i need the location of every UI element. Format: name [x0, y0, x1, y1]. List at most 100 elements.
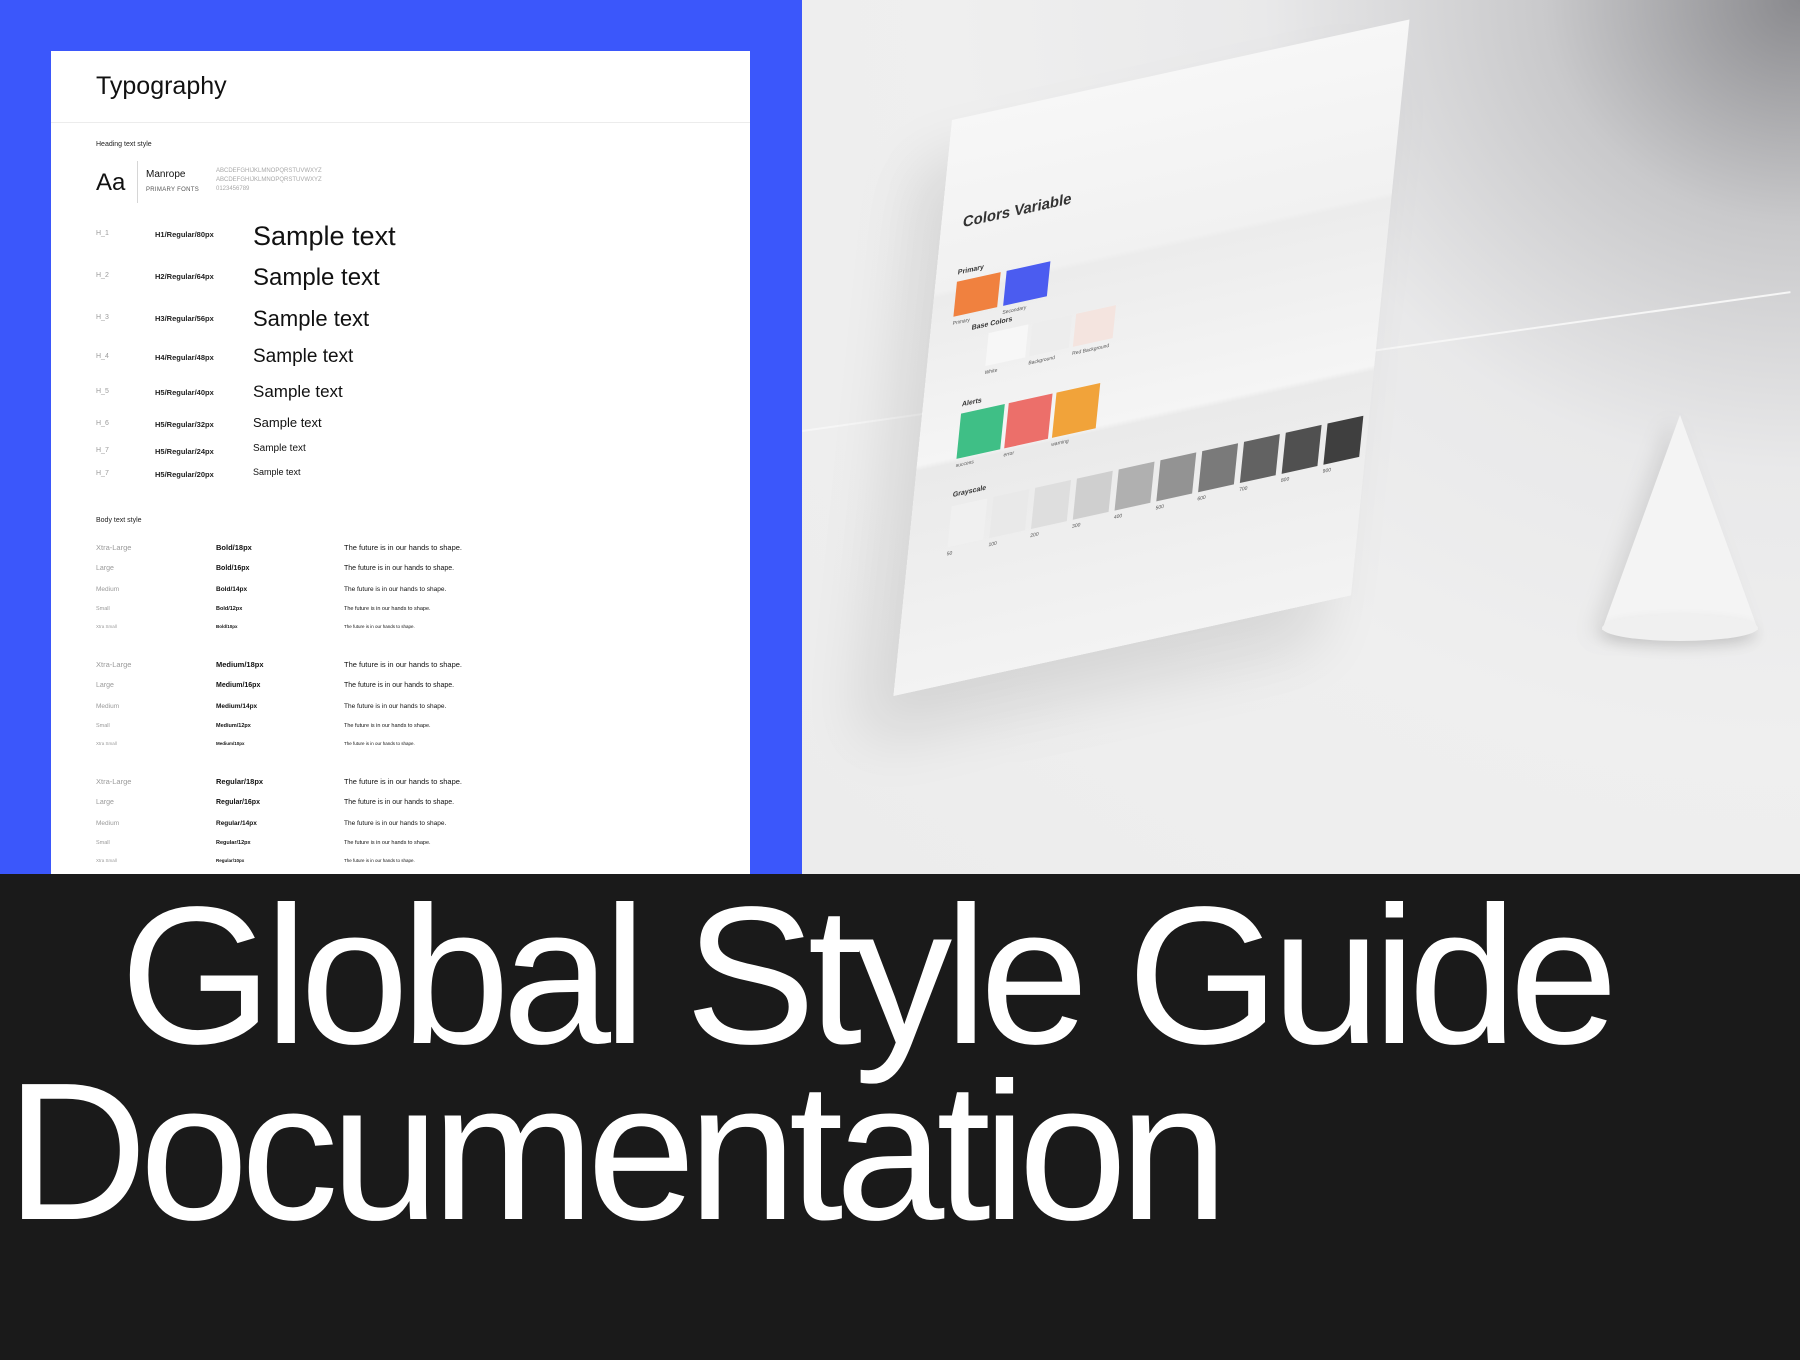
body-size-label: Small [96, 840, 110, 846]
body-size-label: Medium [96, 820, 120, 827]
heading-sample: Sample text [253, 467, 301, 477]
grayscale-swatch [1072, 470, 1113, 520]
body-size-label: Xtra-Large [96, 660, 132, 669]
digits: 0123456789 [216, 186, 250, 192]
alphabet-upper: ABCDEFGHIJKLMNOPQRSTUVWXYZ [216, 168, 322, 174]
body-size-label: Xtra-Large [96, 543, 132, 552]
alerts-label: Alerts [961, 396, 983, 409]
heading-spec: H5/Regular/32px [155, 419, 214, 429]
sheet-title: Typography [96, 72, 227, 100]
body-spec: Regular/14px [216, 820, 257, 827]
font-caption: PRIMARY FONTS [146, 187, 200, 193]
heading-spec: H4/Regular/48px [155, 352, 214, 362]
grayscale-swatch [1323, 415, 1364, 465]
grayscale-swatch-label: 500 [1155, 503, 1165, 512]
body-spec: Regular/12px [216, 840, 251, 846]
body-spec: Medium/12px [216, 723, 251, 729]
grayscale-swatch-label: 800 [1280, 476, 1290, 485]
grayscale-swatch-label: 300 [1071, 522, 1081, 531]
body-sample-text: The future is in our hands to shape. [344, 858, 415, 863]
body-spec: Bold/12px [216, 606, 243, 612]
body-size-label: Large [96, 682, 114, 689]
base-swatch [1072, 305, 1116, 347]
sheet-header: Typography [51, 51, 750, 123]
body-spec: Medium/18px [216, 660, 264, 669]
body-sample-text: The future is in our hands to shape. [344, 820, 447, 827]
base-swatch-label: Background [1028, 354, 1056, 367]
base-swatch-label: White [984, 367, 998, 377]
grayscale-swatch [947, 498, 988, 548]
grayscale-swatch-label: 900 [1322, 466, 1332, 475]
body-sample-text: The future is in our hands to shape. [344, 565, 455, 572]
heading-spec: H2/Regular/64px [155, 272, 214, 282]
alphabet-lower: ABCDEFGHIJKLMNOPQRSTUVWXYZ [216, 177, 322, 183]
headline-line-2: Documentation [6, 1042, 1228, 1261]
base-swatch [985, 324, 1029, 367]
font-divider [137, 161, 138, 203]
cone-shape [1602, 415, 1758, 630]
heading-code: H_4 [96, 352, 109, 360]
alert-swatch-label: error [1003, 450, 1015, 459]
body-spec: Regular/18px [216, 777, 264, 786]
primary-swatch [1003, 261, 1051, 306]
headline-band: Global Style Guide Documentation [0, 874, 1800, 1360]
body-section-label: Body text style [96, 517, 142, 524]
body-sample-text: The future is in our hands to shape. [344, 723, 431, 729]
grayscale-swatch-label: 400 [1113, 512, 1123, 521]
heading-code: H_1 [96, 230, 109, 238]
body-spec: Medium/16px [216, 682, 261, 689]
heading-sample: Sample text [253, 382, 343, 401]
heading-code: H_6 [96, 419, 109, 427]
grayscale-swatch [1239, 434, 1280, 484]
grayscale-swatch [1114, 461, 1155, 511]
body-sample-text: The future is in our hands to shape. [344, 777, 462, 786]
body-size-label: Xtra Small [96, 858, 117, 863]
grayscale-swatch [989, 489, 1030, 539]
heading-spec: H5/Regular/40px [155, 387, 214, 397]
body-spec: Bold/14px [216, 586, 248, 593]
body-size-label: Medium [96, 586, 120, 593]
body-size-label: Xtra-Large [96, 777, 132, 786]
primary-swatch-label: Primary [952, 317, 971, 328]
grayscale-swatch [1198, 443, 1239, 493]
font-sample-aa: Aa [96, 169, 126, 196]
grayscale-swatch [1156, 452, 1197, 502]
body-spec: Bold/10px [216, 624, 238, 629]
grayscale-swatch-label: 600 [1197, 494, 1206, 503]
primary-label: Primary [957, 263, 985, 277]
alert-swatch-label: success [955, 459, 974, 470]
heading-sample: Sample text [253, 346, 354, 367]
body-sample-text: The future is in our hands to shape. [344, 840, 431, 846]
body-spec: Regular/16px [216, 799, 260, 806]
heading-sample: Sample text [253, 415, 322, 430]
cone-base [1602, 615, 1758, 641]
grayscale-swatch [1281, 424, 1322, 474]
alert-swatch-label: warning [1050, 438, 1069, 449]
base-swatch [1029, 314, 1073, 357]
body-sample-text: The future is in our hands to shape. [344, 586, 447, 593]
heading-sample: Sample text [253, 264, 380, 291]
heading-section-label: Heading text style [96, 141, 152, 148]
body-sample-text: The future is in our hands to shape. [344, 660, 462, 669]
body-sample-text: The future is in our hands to shape. [344, 606, 431, 612]
body-size-label: Xtra Small [96, 624, 117, 629]
heading-code: H_3 [96, 313, 109, 321]
heading-spec: H5/Regular/20px [155, 470, 214, 480]
body-spec: Bold/18px [216, 543, 252, 552]
body-size-label: Medium [96, 703, 120, 710]
font-name: Manrope [146, 169, 186, 180]
body-size-label: Large [96, 565, 114, 572]
body-spec: Bold/16px [216, 565, 250, 572]
typography-sheet: Typography Heading text style Aa Manrope… [51, 51, 750, 874]
blue-panel: Typography Heading text style Aa Manrope… [0, 0, 802, 874]
grayscale-swatch [1031, 479, 1071, 529]
heading-spec: H5/Regular/24px [155, 446, 214, 456]
heading-code: H_2 [96, 272, 109, 280]
colors-title: Colors Variable [962, 190, 1073, 232]
heading-code: H_7 [96, 446, 109, 454]
grayscale-swatch-label: 700 [1238, 485, 1248, 494]
alert-swatch [1004, 393, 1053, 449]
body-sample-text: The future is in our hands to shape. [344, 741, 415, 746]
body-size-label: Small [96, 723, 110, 729]
body-spec: Medium/10px [216, 741, 245, 746]
